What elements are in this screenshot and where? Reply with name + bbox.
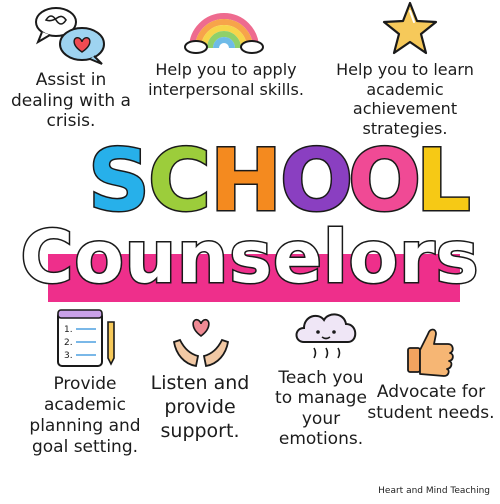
checklist-pencil-icon: 1. 2. 3. (52, 306, 122, 370)
svg-text:2.: 2. (64, 338, 73, 348)
caption-line: provide (164, 395, 236, 418)
caption-line: goal setting. (31, 437, 139, 458)
caption-line: Assist in (35, 70, 107, 90)
caption-line: crisis. (46, 111, 96, 132)
hands-heart-icon (168, 314, 234, 370)
title-letter: S (87, 131, 152, 231)
caption-interpersonal: Help you to apply interpersonal skills. (136, 60, 316, 99)
title-letter: O (346, 131, 422, 231)
svg-text:1.: 1. (64, 325, 73, 335)
caption-line: support. (160, 419, 240, 442)
caption-academic: Help you to learn academic achievement s… (312, 60, 498, 138)
caption-emotions: Teach you to manage your emotions. (262, 368, 380, 450)
caption-line: interpersonal skills. (148, 79, 304, 99)
title-letter: H (209, 131, 284, 231)
caption-line: student needs. (367, 403, 495, 424)
caption-line: to manage (275, 388, 367, 409)
speech-bubbles-heart-icon (30, 4, 110, 66)
credit-text: Heart and Mind Teaching (378, 486, 490, 496)
title-letter: L (415, 131, 473, 231)
caption-line: Listen and (150, 372, 250, 394)
caption-line: emotions. (278, 429, 364, 450)
svg-text:3.: 3. (64, 351, 73, 361)
caption-planning: Provide academic planning and goal setti… (20, 374, 150, 458)
rainbow-icon (184, 6, 264, 54)
caption-advocate: Advocate for student needs. (364, 382, 498, 424)
caption-line: academic (43, 395, 127, 416)
caption-support: Listen and provide support. (142, 372, 258, 444)
star-icon (380, 0, 440, 58)
caption-line: planning and (29, 416, 141, 437)
caption-line: academic achievement (352, 79, 458, 119)
title-letter: O (278, 131, 354, 231)
thumbs-up-icon (404, 322, 456, 378)
title-school: S C H O O L (0, 137, 500, 226)
caption-crisis: Assist in dealing with a crisis. (6, 70, 136, 132)
caption-line: Help you to apply (155, 60, 297, 79)
title-letter: C (146, 131, 212, 231)
caption-line: Advocate for (376, 382, 486, 402)
caption-line: Provide (53, 374, 117, 394)
caption-line: dealing with a (11, 90, 131, 111)
caption-line: Help you to learn (336, 60, 474, 79)
title-counselors: Counselors (19, 214, 480, 301)
caption-line: your (301, 408, 341, 429)
caption-line: Teach you (278, 368, 364, 388)
cloud-face-icon (292, 308, 360, 366)
